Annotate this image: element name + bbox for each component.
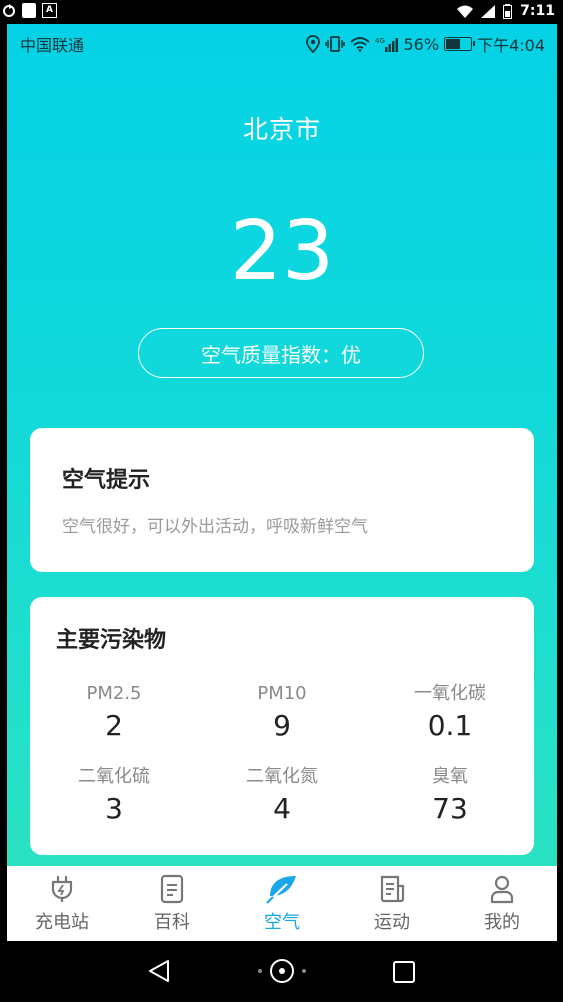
- wifi-icon: [457, 5, 474, 18]
- pollutant-value: 3: [105, 792, 123, 825]
- pollutant-no2: 二氧化氮 4: [198, 764, 366, 847]
- vibrate-icon: [324, 36, 345, 52]
- air-quality-screen: 中国联通 4G 56% 下午4:04 北京市 23 空气质量指数：优 空气提示 …: [7, 24, 557, 941]
- back-icon[interactable]: [147, 959, 171, 983]
- tab-charging-station[interactable]: 充电站: [7, 866, 117, 941]
- pollutant-value: 4: [273, 792, 291, 825]
- recent-apps-icon[interactable]: [392, 960, 416, 984]
- phone-status-bar: 中国联通 4G 56% 下午4:04: [7, 24, 557, 60]
- location-icon: [305, 35, 320, 53]
- status-time: 下午4:04: [477, 36, 545, 55]
- leaf-icon: [266, 876, 296, 904]
- carrier-label: 中国联通: [20, 36, 85, 55]
- pollutant-name: PM10: [257, 683, 307, 704]
- pollutant-name: 臭氧: [432, 766, 468, 787]
- sync-icon: [3, 3, 15, 17]
- pollutant-value: 9: [273, 709, 291, 742]
- air-tip-text: 空气很好，可以外出活动，呼吸新鲜空气: [62, 517, 368, 537]
- air-tip-card: 空气提示 空气很好，可以外出活动，呼吸新鲜空气: [30, 428, 534, 572]
- main-pollutants-card: 主要污染物 PM2.5 2 PM10 9 一氧化碳 0.1 二氧化硫 3 二氧化…: [30, 597, 534, 855]
- bottom-tab-bar: 充电站 百科 空气 运动 我的: [7, 866, 557, 941]
- tab-label: 运动: [374, 912, 410, 933]
- tab-label: 我的: [484, 912, 520, 933]
- system-time: 7:11: [520, 3, 555, 19]
- pollutant-name: PM2.5: [86, 683, 142, 704]
- tab-mine[interactable]: 我的: [447, 866, 557, 941]
- city-name[interactable]: 北京市: [7, 110, 557, 146]
- tab-sports[interactable]: 运动: [337, 866, 447, 941]
- tab-label: 空气: [264, 912, 300, 933]
- svg-text:4G: 4G: [375, 37, 385, 45]
- person-icon: [490, 875, 514, 904]
- pollutant-name: 一氧化碳: [414, 683, 486, 704]
- article-icon: [380, 875, 405, 903]
- document-icon: [160, 874, 184, 904]
- signal-icon: [481, 4, 496, 18]
- pollutant-so2: 二氧化硫 3: [30, 764, 198, 847]
- tab-label: 充电站: [35, 912, 89, 933]
- air-tip-title: 空气提示: [62, 468, 151, 493]
- pollutants-title: 主要污染物: [56, 628, 167, 653]
- pollutants-grid: PM2.5 2 PM10 9 一氧化碳 0.1 二氧化硫 3 二氧化氮 4 臭氧…: [30, 681, 534, 847]
- system-navigation-bar: [0, 941, 563, 1002]
- tab-label: 百科: [154, 912, 190, 933]
- pollutant-name: 二氧化氮: [246, 766, 318, 787]
- a-letter-icon: A: [42, 3, 57, 18]
- pollutant-value: 0.1: [427, 709, 473, 742]
- pollutant-pm10: PM10 9: [198, 681, 366, 764]
- cellular-signal-icon: 4G: [375, 37, 398, 52]
- system-status-bar: A 7:11: [0, 0, 563, 24]
- battery-percent: 56%: [403, 34, 440, 54]
- aqi-value: 23: [229, 204, 335, 299]
- notification-icon: [22, 3, 36, 18]
- tab-air[interactable]: 空气: [227, 866, 337, 941]
- battery-icon: [444, 37, 476, 51]
- tab-encyclopedia[interactable]: 百科: [117, 866, 227, 941]
- battery-icon: [503, 3, 513, 19]
- wifi-icon: [349, 37, 370, 52]
- pollutant-pm25: PM2.5 2: [30, 681, 198, 764]
- home-icon[interactable]: [258, 958, 306, 984]
- pollutant-ozone: 臭氧 73: [366, 764, 534, 847]
- pollutant-name: 二氧化硫: [78, 766, 150, 787]
- pollutant-value: 73: [432, 792, 468, 825]
- pollutant-value: 2: [105, 709, 123, 742]
- charging-plug-icon: [51, 875, 73, 902]
- pollutant-co: 一氧化碳 0.1: [366, 681, 534, 764]
- air-quality-index-badge: 空气质量指数：优: [138, 328, 424, 378]
